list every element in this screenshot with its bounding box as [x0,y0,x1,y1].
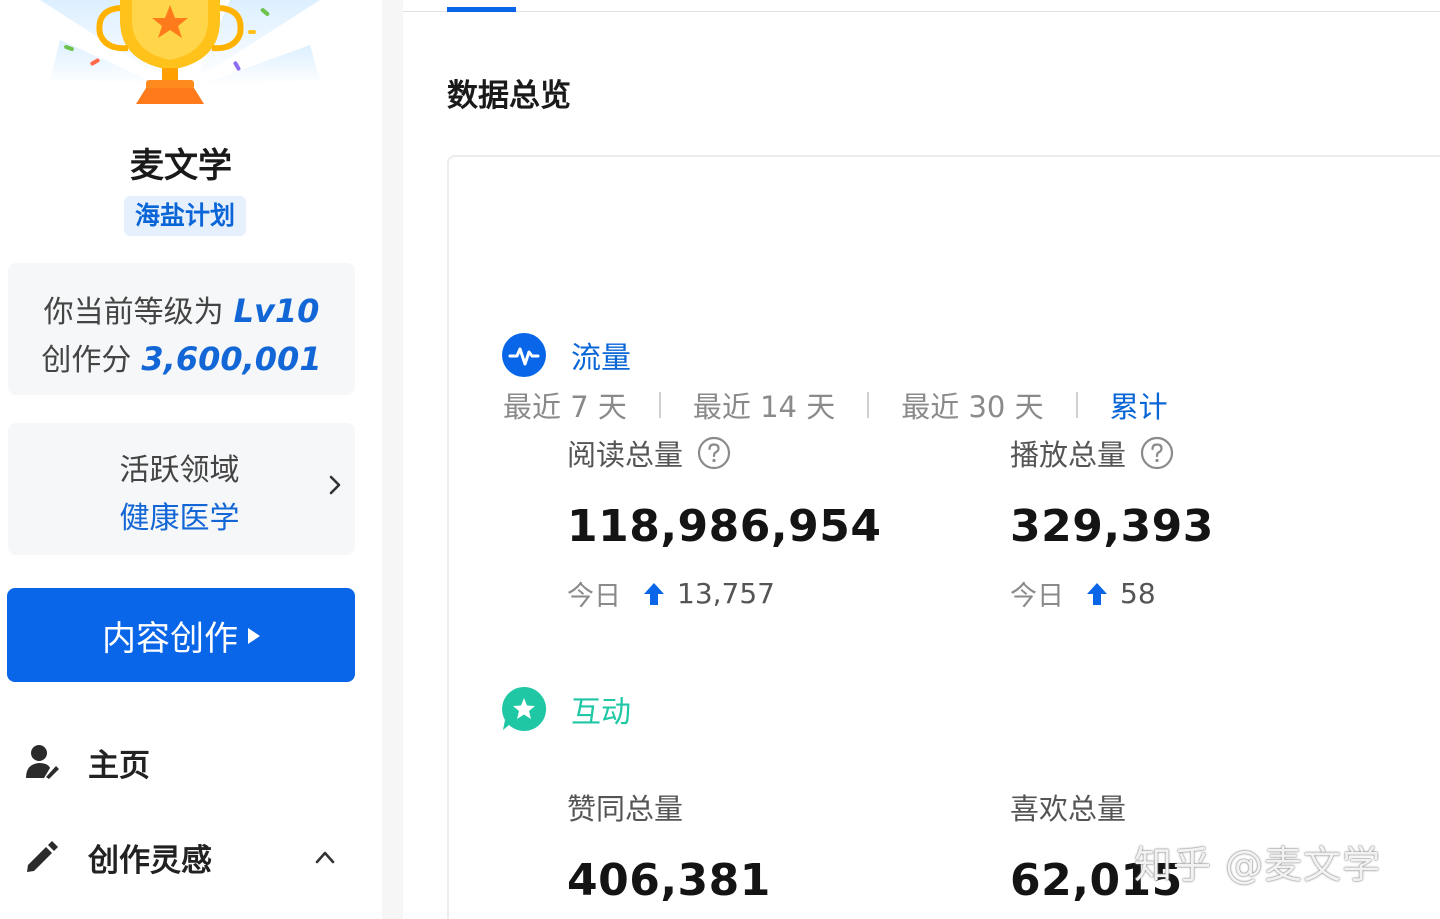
upvotes-value: 406,381 [567,855,771,906]
trophy-illustration [40,0,320,104]
content-create-label: 内容创作 [102,618,238,659]
plays-today-delta: 58 [1120,577,1156,610]
main-content: 数据总览 最近 7 天 最近 14 天 最近 30 天 累计 流量 阅读总量 1… [403,0,1440,919]
active-field-label: 活跃领域 [119,453,240,488]
reads-label: 阅读总量 [567,438,684,472]
active-field-card[interactable]: 活跃领域 健康医学 [8,423,355,555]
nav-item-inspiration[interactable]: 创作灵感 [0,827,362,887]
level-line: 你当前等级为 Lv10 [8,287,355,331]
plays-today-label: 今日 [1010,581,1064,612]
interaction-label: 互动 [571,695,631,730]
period-divider [658,392,661,418]
pencil-icon [27,841,58,872]
data-overview-panel: 最近 7 天 最近 14 天 最近 30 天 累计 流量 阅读总量 118,98… [447,155,1440,919]
likes-label: 喜欢总量 [1010,792,1127,826]
user-edit-icon [26,745,59,779]
level-card: 你当前等级为 Lv10 创作分 3,600,001 [8,263,355,395]
play-triangle-icon [248,628,260,644]
page-title: 数据总览 [447,78,571,114]
period-option-7d[interactable]: 最近 7 天 [503,384,627,426]
sidebar: 麦文学 海盐计划 你当前等级为 Lv10 创作分 3,600,001 活跃领域 健康… [0,0,382,919]
question-circle-icon[interactable] [697,436,731,470]
star-chat-icon [502,686,547,731]
reads-today-row: 今日 13,757 [567,574,967,613]
plays-today-row: 今日 58 [1010,574,1410,613]
top-divider [403,11,1440,12]
likes-label-row: 喜欢总量 [1010,787,1410,827]
metric-upvotes: 赞同总量 406,381 [567,787,967,906]
plan-badge[interactable]: 海盐计划 [124,196,246,236]
active-tab-indicator [447,7,516,12]
metric-plays: 播放总量 329,393 今日 58 [1010,433,1410,613]
chevron-up-icon[interactable] [314,849,336,865]
nav-home-label: 主页 [88,747,150,784]
plays-label: 播放总量 [1010,438,1127,472]
score-prefix: 创作分 [41,343,132,378]
arrow-up-icon [1087,582,1107,605]
period-option-30d[interactable]: 最近 30 天 [901,384,1043,426]
period-divider [867,392,870,418]
nav-item-home[interactable]: 主页 [0,732,362,792]
question-circle-icon[interactable] [1140,436,1174,470]
nav-inspiration-label: 创作灵感 [88,842,212,879]
username: 麦文学 [130,146,232,186]
upvotes-label: 赞同总量 [567,792,684,826]
content-create-button[interactable]: 内容创作 [7,588,355,682]
period-divider [1075,392,1078,418]
reads-value: 118,986,954 [567,501,882,552]
metric-reads: 阅读总量 118,986,954 今日 13,757 [567,433,967,613]
metric-plays-label-row: 播放总量 [1010,433,1410,473]
upvotes-label-row: 赞同总量 [567,787,967,827]
metric-reads-label-row: 阅读总量 [567,433,967,473]
level-value: Lv10 [233,292,320,330]
reads-today-delta: 13,757 [677,577,775,610]
chevron-right-icon[interactable] [326,474,344,496]
level-prefix: 你当前等级为 [43,295,224,330]
traffic-label: 流量 [571,341,631,376]
traffic-section-header: 流量 [501,330,631,380]
score-value: 3,600,001 [141,340,322,378]
period-option-total[interactable]: 累计 [1110,384,1168,426]
arrow-up-icon [644,582,664,605]
active-field-value: 健康医学 [119,501,240,536]
plays-value: 329,393 [1010,501,1214,552]
period-option-14d[interactable]: 最近 14 天 [693,384,835,426]
reads-today-label: 今日 [567,581,621,612]
interaction-section-header: 互动 [501,684,631,734]
period-selector: 最近 7 天 最近 14 天 最近 30 天 累计 [503,385,1168,425]
score-line: 创作分 3,600,001 [8,335,355,379]
pulse-icon [502,333,546,377]
watermark: 知乎 @麦文学 [1134,843,1382,887]
creator-center-page: 麦文学 海盐计划 你当前等级为 Lv10 创作分 3,600,001 活跃领域 健康… [0,0,1440,919]
